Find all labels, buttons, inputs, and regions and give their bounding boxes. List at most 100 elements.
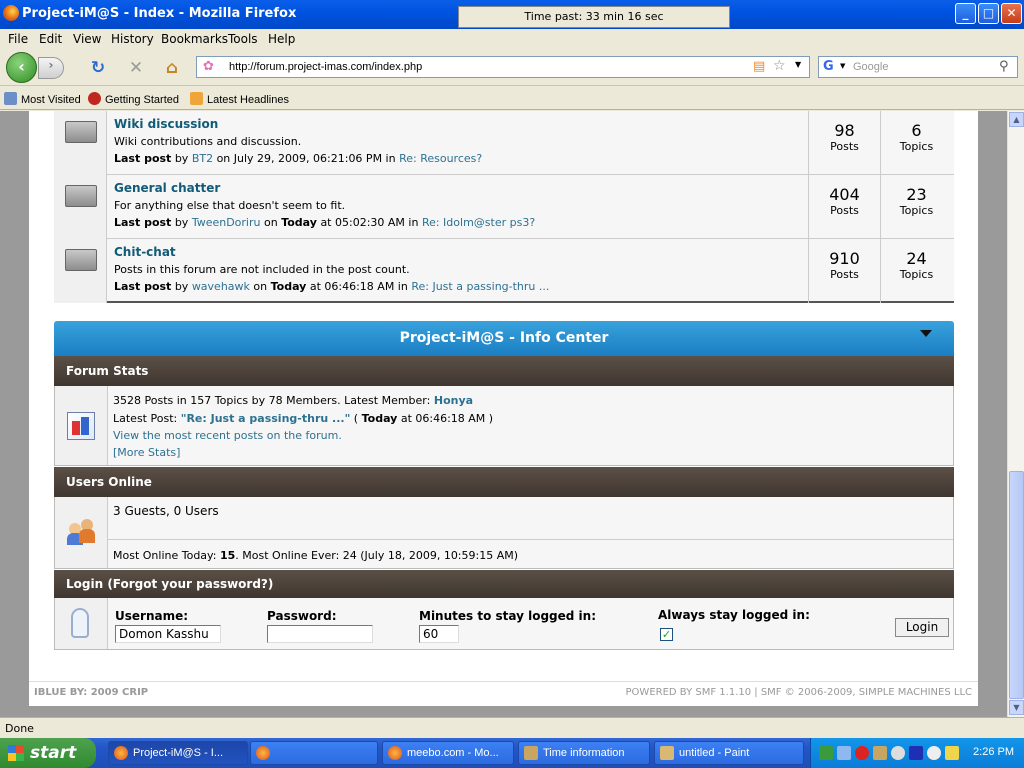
hourglass-tray-icon[interactable] — [873, 746, 887, 760]
board-title[interactable]: Chit-chat — [114, 245, 176, 259]
collapse-icon[interactable] — [920, 330, 932, 337]
clock-tray-icon[interactable] — [891, 746, 905, 760]
menu-edit[interactable]: Edit — [39, 32, 62, 46]
last-post-topic-link[interactable]: Re: Idolm@ster ps3? — [422, 216, 535, 229]
topics-label: Topics — [899, 204, 934, 217]
posts-label: Posts — [830, 268, 859, 281]
posts-label: Posts — [830, 204, 859, 217]
last-post-user-link[interactable]: BT2 — [192, 152, 213, 165]
footer-theme-credit: IBLUE BY: 2009 CRIP — [34, 687, 148, 698]
board-icon-cell — [54, 175, 107, 239]
task-firefox-blurred[interactable] — [250, 741, 378, 765]
bookmark-star-icon[interactable]: ☆ — [773, 58, 786, 74]
last-post-on: on — [264, 216, 278, 229]
media-player-icon[interactable] — [909, 746, 923, 760]
bookmarks-toolbar: Most Visited Getting Started Latest Head… — [0, 87, 1024, 110]
minutes-input[interactable]: 60 — [419, 625, 459, 643]
search-input[interactable]: Google — [853, 61, 888, 73]
time-past-banner: Time past: 33 min 16 sec — [458, 6, 730, 28]
menu-help[interactable]: Help — [268, 32, 295, 46]
bookmark-getting-started[interactable]: Getting Started — [88, 92, 179, 106]
more-stats-link[interactable]: [More Stats] — [113, 446, 180, 459]
messenger-icon[interactable] — [927, 746, 941, 760]
taskbar-clock[interactable]: 2:26 PM — [973, 746, 1014, 758]
url-text[interactable]: http://forum.project-imas.com/index.php — [229, 61, 422, 73]
last-post-time: on July 29, 2009, 06:21:06 PM in — [216, 152, 396, 165]
login-header[interactable]: Login (Forgot your password?) — [54, 570, 954, 598]
notes-icon[interactable] — [945, 746, 959, 760]
browser-viewport: Wiki discussion Wiki contributions and d… — [0, 111, 1007, 717]
stats-icon-cell — [55, 386, 108, 465]
menu-bookmarks[interactable]: Bookmarks — [161, 32, 228, 46]
search-icon[interactable]: ⚲ — [999, 59, 1009, 74]
latest-member-link[interactable]: Honya — [434, 394, 473, 407]
connection-icon[interactable] — [837, 746, 851, 760]
search-bar[interactable]: G ▼ Google ⚲ — [818, 56, 1018, 78]
forward-button[interactable]: › — [38, 57, 64, 79]
firefox-icon — [256, 746, 270, 760]
board-description: Wiki contributions and discussion. — [114, 135, 302, 148]
latest-post-paren: ( — [353, 412, 359, 425]
task-time-information[interactable]: Time information — [518, 741, 650, 765]
recent-posts-link[interactable]: View the most recent posts on the forum. — [113, 429, 342, 442]
back-button[interactable]: ‹ — [6, 52, 37, 83]
last-post-topic-link[interactable]: Re: Resources? — [399, 152, 482, 165]
bookmark-most-visited[interactable]: Most Visited — [4, 92, 81, 106]
board-icon-cell — [54, 111, 107, 175]
last-post-by: by — [174, 280, 189, 293]
task-paint[interactable]: untitled - Paint — [654, 741, 804, 765]
board-title[interactable]: General chatter — [114, 181, 220, 195]
antivirus-icon[interactable] — [855, 746, 869, 760]
stats-summary: 3528 Posts in 157 Topics by 78 Members. … — [113, 394, 431, 407]
footer-powered-by[interactable]: POWERED BY SMF 1.1.10 | SMF © 2006-2009,… — [626, 687, 972, 698]
bookmark-latest-headlines[interactable]: Latest Headlines — [190, 92, 289, 106]
home-icon[interactable]: ⌂ — [162, 58, 182, 78]
firefox-icon — [388, 746, 402, 760]
url-bar[interactable]: ✿ http://forum.project-imas.com/index.ph… — [196, 56, 810, 78]
minutes-label: Minutes to stay logged in: — [419, 609, 596, 623]
rss-icon[interactable]: ▤ — [753, 59, 765, 74]
task-firefox-project-imas[interactable]: Project-iM@S - I... — [108, 741, 248, 765]
info-center-header: Project-iM@S - Info Center — [54, 321, 954, 356]
scroll-down-icon[interactable]: ▼ — [1009, 700, 1024, 715]
always-logged-in-checkbox[interactable]: ✓ — [660, 628, 673, 641]
topics-label: Topics — [899, 268, 934, 281]
users-icon-cell — [55, 497, 108, 568]
vertical-scrollbar[interactable]: ▲ ▼ — [1007, 111, 1024, 717]
last-post-user-link[interactable]: wavehawk — [192, 280, 250, 293]
last-post-label: Last post — [114, 152, 172, 165]
menu-view[interactable]: View — [73, 32, 101, 46]
folder-icon — [65, 185, 97, 207]
board-title[interactable]: Wiki discussion — [114, 117, 218, 131]
latest-post-link[interactable]: "Re: Just a passing-thru ..." — [181, 412, 351, 425]
password-input[interactable] — [267, 625, 373, 643]
reload-icon[interactable]: ↻ — [88, 58, 108, 78]
google-icon[interactable]: G — [823, 59, 834, 74]
url-dropdown-icon[interactable]: ▼ — [795, 60, 801, 69]
stop-icon[interactable]: ✕ — [126, 58, 146, 78]
rss-folder-icon — [190, 92, 203, 105]
topics-count: 24 — [906, 249, 927, 268]
scroll-thumb[interactable] — [1009, 471, 1024, 699]
last-post-time: at 05:02:30 AM in — [320, 216, 419, 229]
minimize-button[interactable]: _ — [955, 3, 976, 24]
board-row-general: General chatter For anything else that d… — [54, 175, 954, 239]
username-input[interactable]: Domon Kasshu — [115, 625, 221, 643]
maximize-button[interactable]: □ — [978, 3, 999, 24]
login-button[interactable]: Login — [895, 618, 949, 637]
last-post-topic-link[interactable]: Re: Just a passing-thru ... — [411, 280, 549, 293]
menu-tools[interactable]: Tools — [228, 32, 258, 46]
search-engine-dropdown-icon[interactable]: ▼ — [840, 62, 845, 70]
most-online-today: 15 — [219, 549, 236, 562]
last-post-label: Last post — [114, 216, 172, 229]
menu-history[interactable]: History — [111, 32, 154, 46]
last-post-user-link[interactable]: TweenDoriru — [192, 216, 261, 229]
scroll-up-icon[interactable]: ▲ — [1009, 112, 1024, 127]
network-icon[interactable] — [819, 746, 833, 760]
start-button[interactable]: start — [0, 738, 96, 768]
last-post-today: Today — [281, 216, 317, 229]
forum-stats-body: 3528 Posts in 157 Topics by 78 Members. … — [54, 386, 954, 466]
menu-file[interactable]: File — [8, 32, 28, 46]
close-button[interactable]: ✕ — [1001, 3, 1022, 24]
task-meebo[interactable]: meebo.com - Mo... — [382, 741, 514, 765]
